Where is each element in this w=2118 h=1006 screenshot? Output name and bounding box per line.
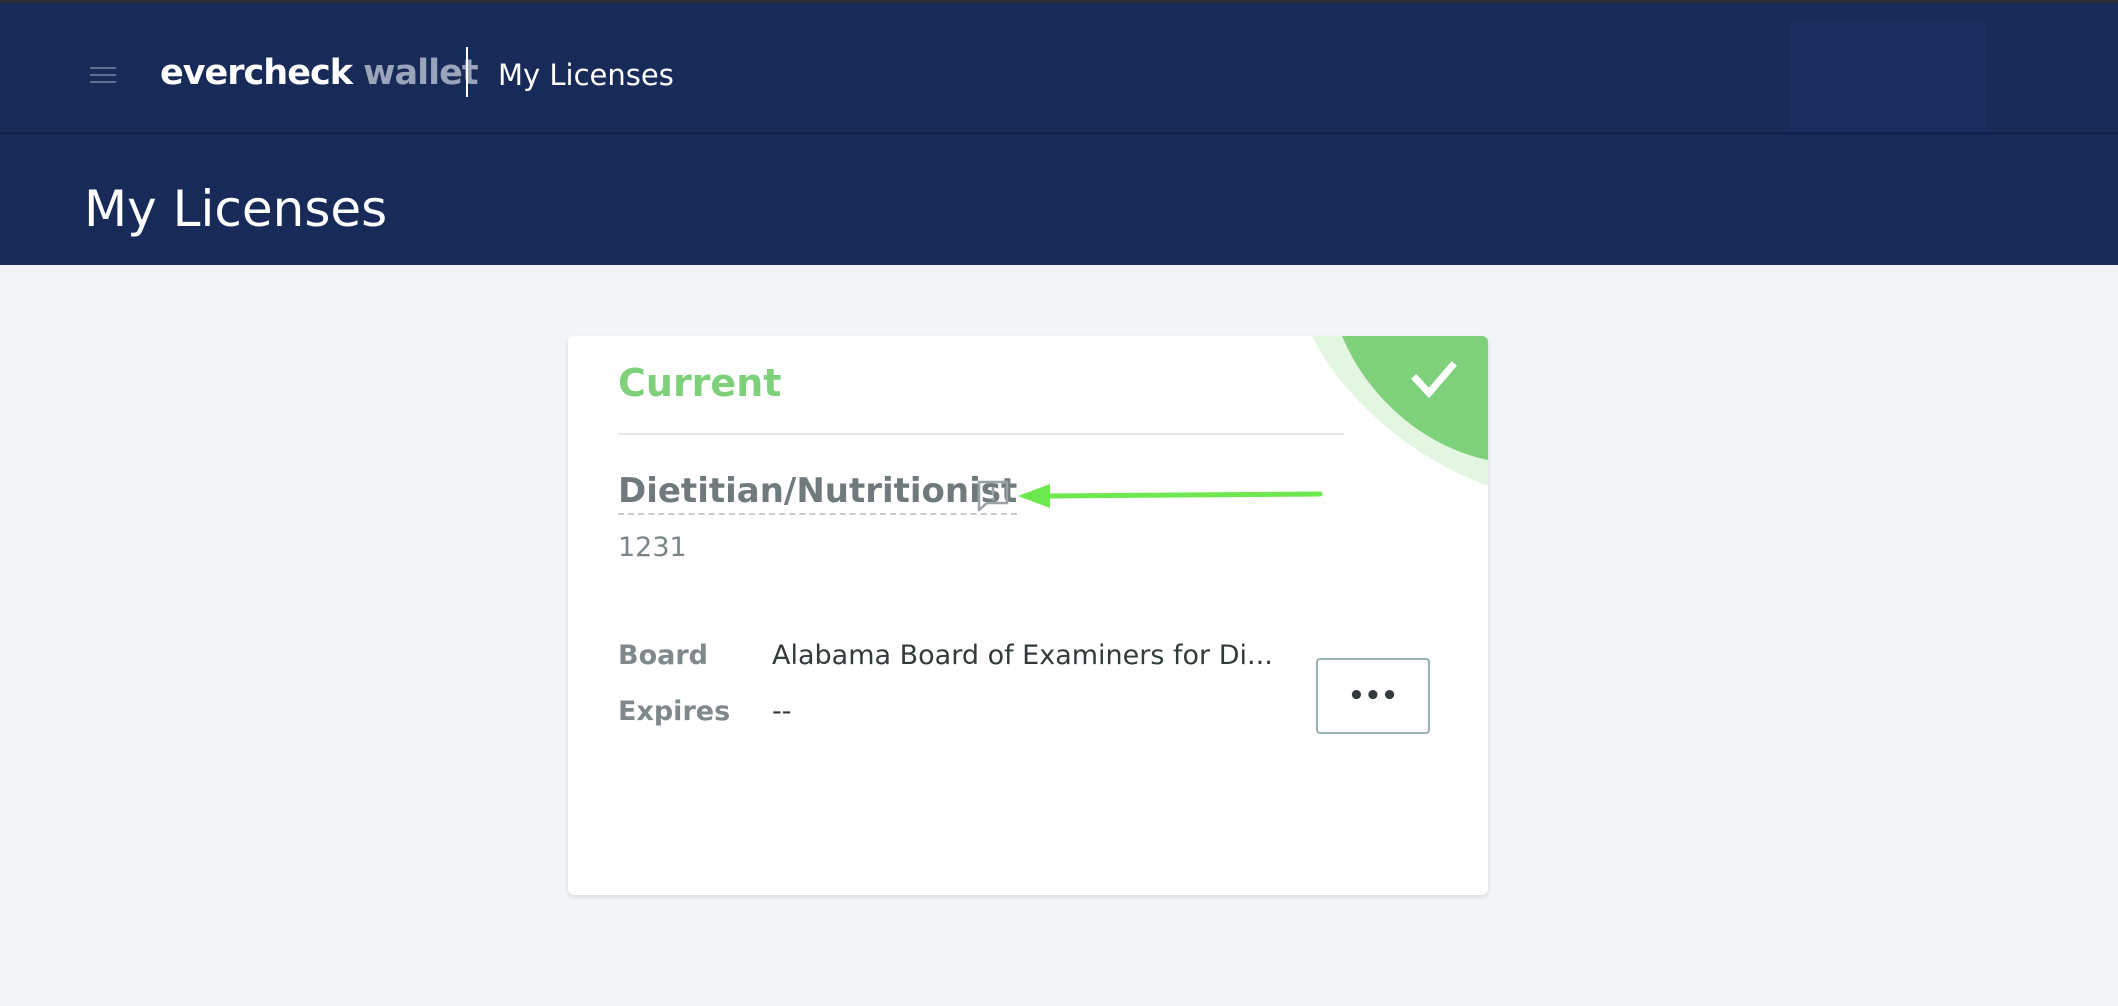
brand-logo[interactable]: evercheck wallet [160, 48, 479, 98]
comment-alert-icon[interactable] [976, 479, 1010, 513]
status-divider [618, 433, 1344, 435]
green-arrow-pointer [1018, 484, 1323, 508]
more-options-button[interactable]: ••• [1316, 658, 1430, 734]
license-name[interactable]: Dietitian/Nutritionist [618, 470, 1018, 515]
license-number: 1231 [618, 532, 687, 563]
status-corner-badge [1312, 336, 1488, 486]
expires-value: -- [772, 696, 792, 727]
expires-label: Expires [618, 696, 731, 727]
board-value: Alabama Board of Examiners for Di... [772, 640, 1272, 671]
topbar-user-area[interactable] [1790, 21, 1986, 138]
board-label: Board [618, 640, 708, 671]
license-status: Current [618, 361, 782, 405]
top-navigation-bar: evercheck wallet My Licenses [0, 0, 2118, 138]
brand-primary: evercheck [160, 53, 353, 93]
page-title: My Licenses [84, 180, 388, 238]
page-header: My Licenses [0, 135, 2118, 265]
brand-secondary: wallet [363, 53, 478, 93]
brand-divider [466, 47, 468, 97]
topbar-section-title: My Licenses [498, 58, 674, 92]
license-card[interactable]: Current Dietitian/Nutritionist 1231 Boar… [568, 336, 1488, 895]
hamburger-menu-icon[interactable] [90, 67, 116, 85]
